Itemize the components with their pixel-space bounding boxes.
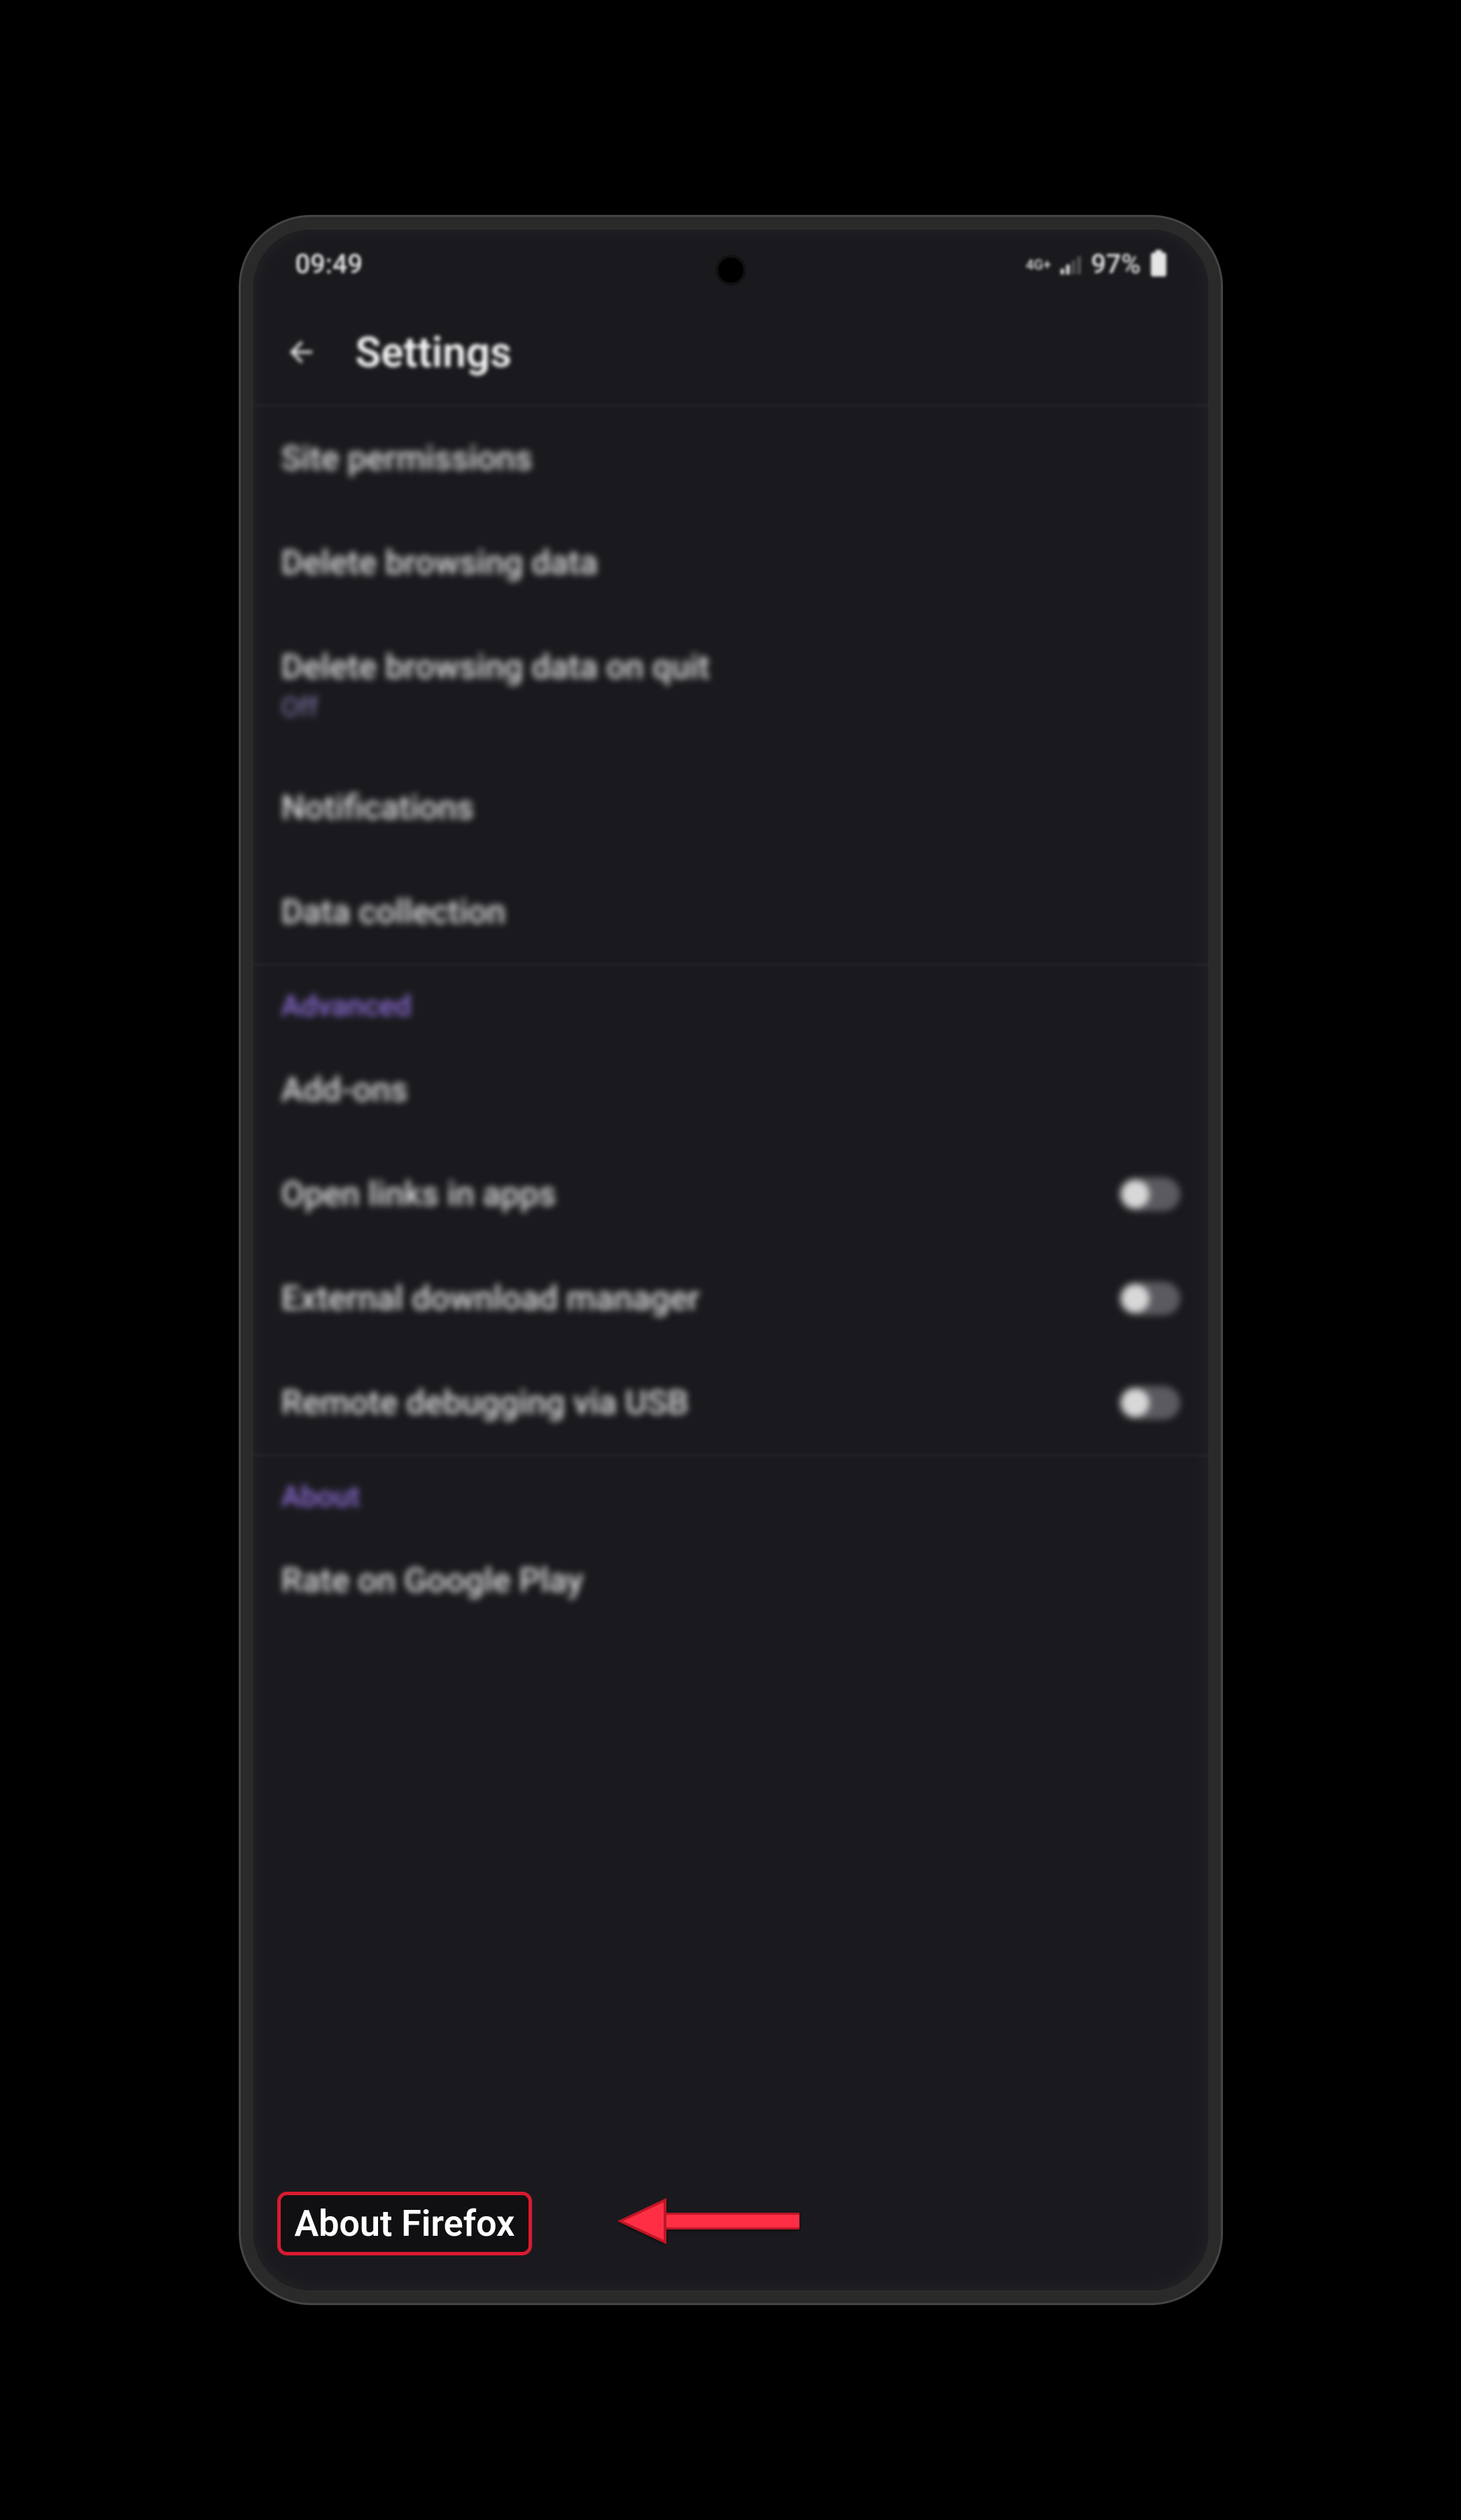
arrow-left-pointer-icon: [610, 2190, 806, 2253]
item-label: Data collection: [281, 892, 506, 932]
settings-item-open-links-in-apps[interactable]: Open links in apps: [253, 1142, 1208, 1246]
item-label: Delete browsing data on quit: [281, 647, 710, 687]
phone-device-frame: 09:49 4G+ 97% Settings: [241, 217, 1221, 2303]
item-subtitle: Off: [281, 692, 710, 723]
arrow-left-icon: [284, 335, 318, 369]
settings-item-addons[interactable]: Add-ons: [253, 1037, 1208, 1142]
section-label: About: [281, 1480, 361, 1514]
side-button: [1218, 874, 1221, 1098]
phone-screen: 09:49 4G+ 97% Settings: [253, 230, 1208, 2290]
battery-percentage: 97%: [1091, 249, 1140, 280]
settings-item-about-firefox[interactable]: About Firefox: [277, 2192, 533, 2255]
side-button: [1218, 1196, 1221, 1336]
section-header-advanced: Advanced: [253, 965, 1208, 1037]
battery-icon: [1151, 253, 1166, 276]
app-header: Settings: [253, 300, 1208, 405]
status-indicators: 4G+ 97%: [1026, 249, 1166, 280]
settings-item-delete-on-quit[interactable]: Delete browsing data on quit Off: [253, 615, 1208, 755]
settings-item-rate-on-google-play[interactable]: Rate on Google Play: [253, 1528, 1208, 1632]
settings-item-site-permissions[interactable]: Site permissions: [253, 406, 1208, 510]
signal-icon: [1061, 255, 1081, 274]
settings-item-delete-browsing-data[interactable]: Delete browsing data: [253, 510, 1208, 615]
settings-item-notifications[interactable]: Notifications: [253, 755, 1208, 860]
settings-item-external-download-manager[interactable]: External download manager: [253, 1246, 1208, 1350]
item-label: Delete browsing data: [281, 542, 598, 582]
item-label: Open links in apps: [281, 1174, 557, 1214]
highlight-callout-box: About Firefox: [277, 2192, 533, 2255]
settings-item-data-collection[interactable]: Data collection: [253, 860, 1208, 964]
settings-item-remote-debugging[interactable]: Remote debugging via USB: [253, 1350, 1208, 1455]
status-time: 09:49: [295, 249, 363, 280]
annotation-arrow: [610, 2190, 806, 2255]
section-header-about: About: [253, 1456, 1208, 1528]
toggle-switch[interactable]: [1119, 1282, 1180, 1315]
item-label: About Firefox: [295, 2202, 515, 2245]
item-label: Rate on Google Play: [281, 1560, 584, 1600]
settings-list: Site permissions Delete browsing data De…: [253, 406, 1208, 1632]
toggle-switch[interactable]: [1119, 1386, 1180, 1420]
back-button[interactable]: [281, 332, 321, 372]
network-type-label: 4G+: [1026, 258, 1051, 272]
side-button: [1218, 720, 1221, 846]
section-label: Advanced: [281, 989, 412, 1023]
camera-hole: [718, 258, 743, 283]
toggle-switch[interactable]: [1119, 1177, 1180, 1211]
item-label: External download manager: [281, 1278, 700, 1318]
item-label: Add-ons: [281, 1070, 408, 1110]
item-label: Remote debugging via USB: [281, 1382, 689, 1422]
item-label: Site permissions: [281, 438, 533, 478]
page-title: Settings: [356, 328, 512, 377]
item-label: Notifications: [281, 788, 474, 827]
